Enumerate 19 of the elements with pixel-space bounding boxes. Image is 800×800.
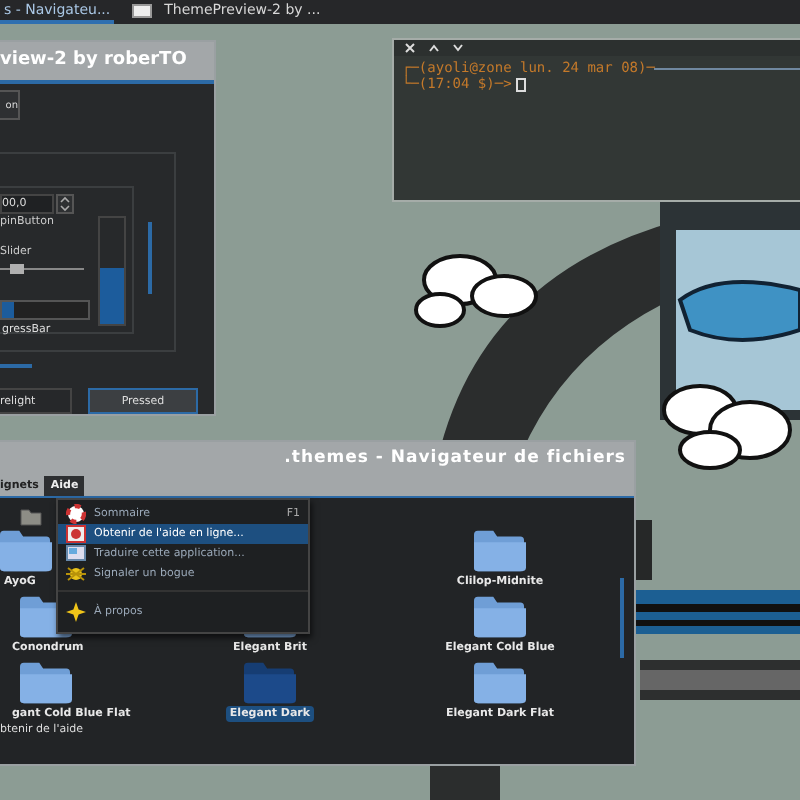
chevron-up-icon[interactable] (428, 44, 440, 52)
spinner-arrows-icon (56, 194, 74, 214)
folder-icon (20, 506, 42, 526)
window-icon (66, 544, 86, 564)
bug-icon (66, 564, 86, 584)
scrollbar[interactable] (620, 578, 624, 658)
help-window-icon (66, 524, 86, 544)
sparkle-icon (66, 602, 86, 622)
cloud-drawing (662, 384, 792, 470)
slider-handle[interactable] (10, 264, 25, 274)
window-icon (132, 3, 153, 17)
window-title: view-2 by roberTO (0, 42, 214, 84)
scrollbar[interactable] (148, 222, 152, 294)
chevron-down-icon[interactable] (452, 44, 464, 52)
cloud-drawing (414, 254, 538, 328)
scrollbar[interactable] (0, 364, 32, 368)
window-title: .themes - Navigateur de fichiers (0, 442, 634, 476)
lifebuoy-icon (66, 504, 86, 524)
close-icon[interactable] (404, 42, 416, 54)
